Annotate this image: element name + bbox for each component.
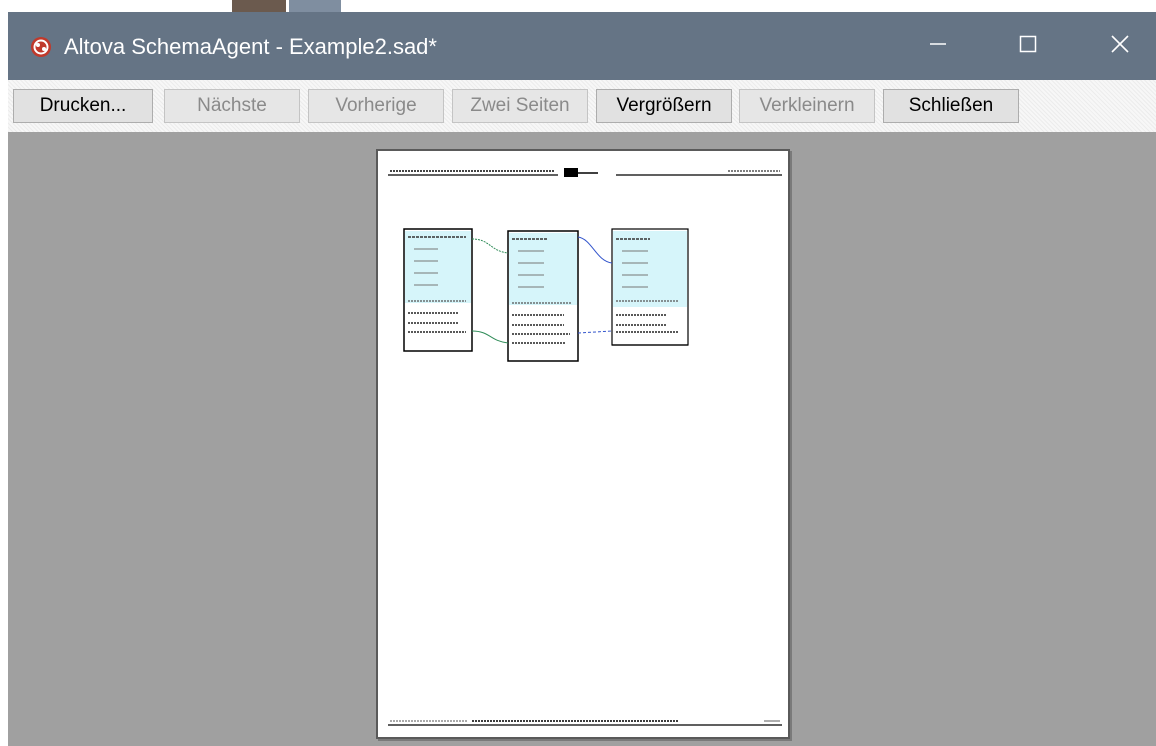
close-icon xyxy=(1110,34,1130,59)
preview-area[interactable] xyxy=(8,132,1156,746)
title-bar[interactable]: Altova SchemaAgent - Example2.sad* xyxy=(8,12,1156,80)
schemaagent-logo-icon xyxy=(30,36,52,58)
background-window-fragment xyxy=(232,0,286,12)
next-page-button[interactable]: Nächste xyxy=(164,89,300,123)
maximize-button[interactable] xyxy=(996,12,1060,80)
close-preview-button[interactable]: Schließen xyxy=(883,89,1019,123)
window-title: Altova SchemaAgent - Example2.sad* xyxy=(64,34,437,59)
background-window-fragment xyxy=(289,0,341,12)
zoom-in-button[interactable]: Vergrößern xyxy=(596,89,732,123)
close-button[interactable] xyxy=(1088,12,1152,80)
print-preview-page xyxy=(376,149,790,739)
previous-page-button[interactable]: Vorherige xyxy=(308,89,444,123)
minimize-icon xyxy=(928,34,948,59)
page-thumbnail xyxy=(388,168,782,726)
page-header xyxy=(388,168,782,177)
two-pages-button[interactable]: Zwei Seiten xyxy=(452,89,588,123)
schema-box-3 xyxy=(611,228,689,346)
background-strip xyxy=(0,0,1156,12)
maximize-icon xyxy=(1018,34,1038,59)
schema-box-1 xyxy=(403,228,473,352)
preview-toolbar: Drucken... Nächste Vorherige Zwei Seiten… xyxy=(8,80,1156,132)
minimize-button[interactable] xyxy=(906,12,970,80)
zoom-out-button[interactable]: Verkleinern xyxy=(739,89,875,123)
print-button[interactable]: Drucken... xyxy=(13,89,153,123)
schema-box-2 xyxy=(507,230,579,362)
print-preview-window: Altova SchemaAgent - Example2.sad* Druck… xyxy=(8,12,1156,746)
page-footer xyxy=(388,720,782,726)
